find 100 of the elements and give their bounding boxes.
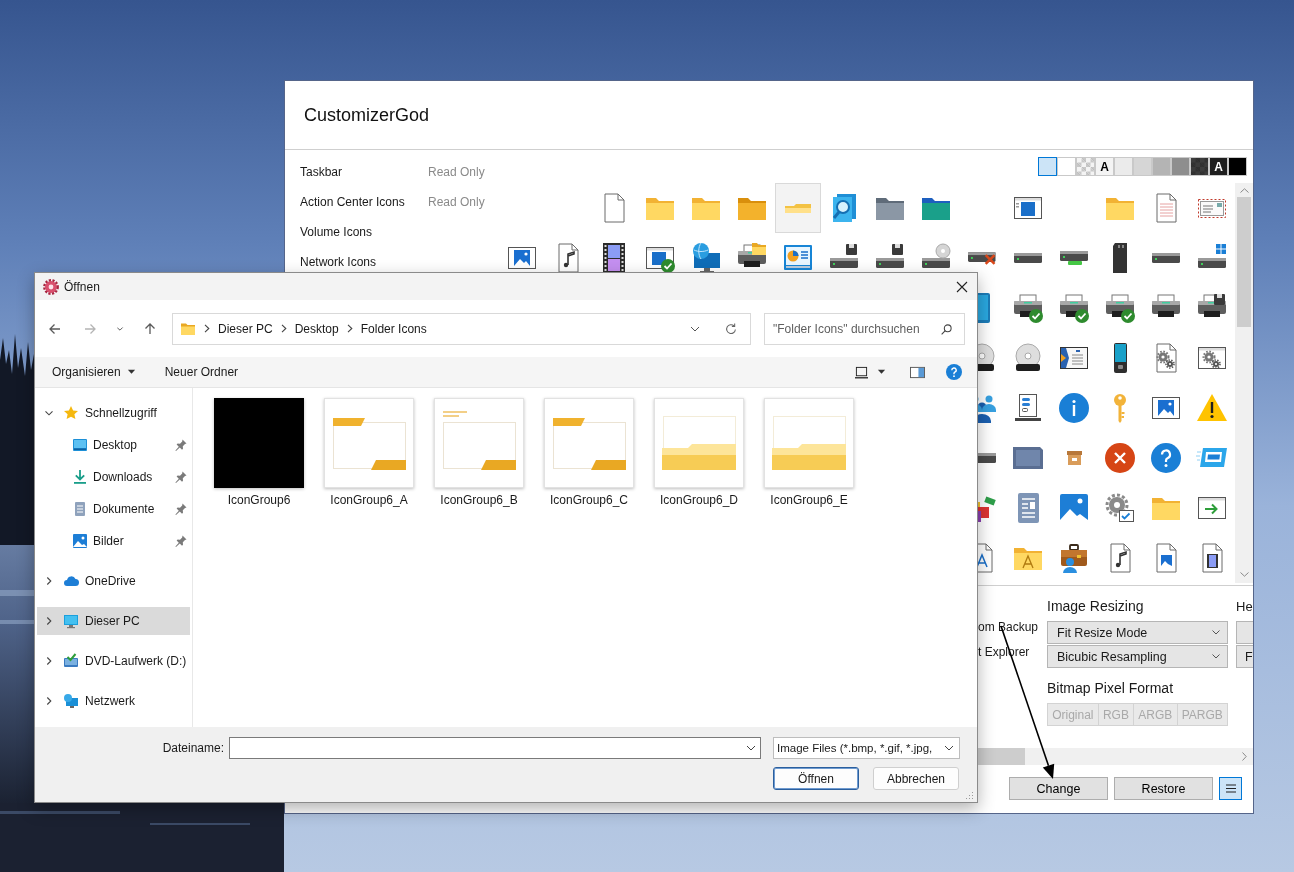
color-swatch[interactable] [1114, 157, 1133, 176]
printer-check-icon [1058, 292, 1090, 324]
view-icon[interactable] [855, 365, 868, 379]
section-heading: Image Resizing [1047, 598, 1144, 615]
document-icon [72, 501, 88, 517]
chevron-right-icon[interactable] [44, 576, 54, 586]
disc-icon [1012, 342, 1044, 374]
gear-check-icon [1104, 492, 1136, 524]
color-swatch[interactable] [1057, 157, 1076, 176]
toolbar-button[interactable]: Neuer Ordner [158, 360, 245, 384]
color-swatch[interactable] [1133, 157, 1152, 176]
app-icon [43, 278, 59, 295]
chevron-right-icon[interactable] [44, 656, 54, 666]
chevron-right-icon[interactable] [346, 324, 353, 333]
printer-check-icon [1104, 292, 1136, 324]
category-item[interactable]: Taskbar [300, 165, 428, 179]
help-icon[interactable] [946, 364, 962, 380]
file-type-dropdown[interactable]: Image Files (*.bmp, *.gif, *.jpg, [773, 737, 960, 759]
category-item[interactable]: Network Icons [300, 255, 428, 269]
chevron-down-icon [944, 745, 954, 751]
tree-item[interactable]: DVD-Laufwerk (D:) [37, 647, 190, 675]
color-swatch[interactable] [1228, 157, 1247, 176]
chevron-down-icon[interactable] [690, 325, 700, 332]
tree-item[interactable]: Dokumente [37, 495, 190, 523]
file-item[interactable]: IconGroup6_D [654, 398, 744, 507]
box-icon [1066, 451, 1082, 465]
chevron-right-icon[interactable] [44, 696, 54, 706]
vertical-scrollbar[interactable] [1235, 183, 1253, 583]
horizontal-scrollbar[interactable] [978, 748, 1253, 765]
dropdown[interactable]: F [1236, 645, 1253, 668]
caret-icon [126, 369, 136, 375]
refresh-icon[interactable] [724, 321, 738, 336]
category-item[interactable]: Action Center Icons [300, 195, 428, 209]
checker-swatch[interactable] [1190, 157, 1209, 176]
chevron-down-icon[interactable] [44, 408, 54, 418]
scrollbar-thumb[interactable] [978, 748, 1025, 765]
toolbar-button[interactable]: Organisieren [46, 360, 142, 384]
pin-icon[interactable] [175, 535, 187, 547]
action-button[interactable]: Change [1009, 777, 1108, 800]
address-bar[interactable]: Dieser PC Desktop Folder Icons [172, 312, 751, 345]
chevron-down-icon[interactable] [746, 745, 756, 751]
warning-icon [1196, 392, 1228, 424]
file-item[interactable]: IconGroup6 [214, 398, 304, 507]
color-swatch[interactable] [1038, 157, 1057, 176]
file-item[interactable]: IconGroup6_E [764, 398, 854, 507]
tree-item[interactable]: Dieser PC [37, 607, 190, 635]
photo-icon [1058, 492, 1090, 524]
pin-icon[interactable] [175, 503, 187, 515]
file-item[interactable]: IconGroup6_C [544, 398, 634, 507]
drive-icon [1152, 253, 1180, 263]
tree-item[interactable]: Bilder [37, 527, 190, 555]
breadcrumb[interactable]: Desktop [294, 321, 339, 336]
chevron-up-icon[interactable] [1239, 188, 1249, 193]
globe-monitor-icon [690, 242, 722, 274]
pin-icon[interactable] [175, 471, 187, 483]
resize-grip-icon[interactable] [964, 790, 974, 800]
pin-icon[interactable] [175, 439, 187, 451]
folder-icon [785, 203, 811, 213]
color-swatch[interactable] [1152, 157, 1171, 176]
drive-icon [1014, 253, 1042, 263]
caret-icon[interactable] [877, 369, 886, 375]
file-item[interactable]: IconGroup6_A [324, 398, 414, 507]
category-item[interactable]: Volume Icons [300, 225, 428, 239]
field-label: Dateiname: [161, 741, 224, 755]
action-button[interactable]: Restore [1114, 777, 1213, 800]
tree-item[interactable]: Downloads [37, 463, 190, 491]
file-name-field[interactable] [229, 737, 761, 759]
printer-check-icon [1012, 292, 1044, 324]
dropdown[interactable]: Bicubic Resampling [1047, 645, 1228, 668]
search-icon[interactable] [940, 322, 953, 336]
dropdown[interactable]: Fit Resize Mode [1047, 621, 1228, 644]
section-heading: He [1236, 598, 1253, 615]
window-title: Öffnen [64, 279, 100, 294]
menu-icon [1225, 784, 1236, 793]
section-heading: Bitmap Pixel Format [1047, 680, 1174, 697]
help-icon [1150, 442, 1182, 474]
tree-item[interactable]: Netzwerk [37, 687, 190, 715]
breadcrumb[interactable]: Dieser PC [218, 321, 273, 336]
chevron-right-icon[interactable] [280, 324, 287, 333]
chevron-down-icon [1212, 654, 1220, 659]
checker-swatch[interactable] [1076, 157, 1095, 176]
tree-item[interactable]: Desktop [37, 431, 190, 459]
file-item[interactable]: IconGroup6_B [434, 398, 524, 507]
tree-item[interactable]: OneDrive [37, 567, 190, 595]
preview-pane-icon[interactable] [910, 365, 925, 379]
tree-item[interactable]: Schnellzugriff [37, 399, 190, 427]
scrollbar-thumb[interactable] [1237, 197, 1251, 327]
search-field[interactable]: "Folder Icons" durchsuchen [764, 312, 965, 345]
text-swatch[interactable]: A [1095, 157, 1114, 176]
dialog-button[interactable]: Öffnen [773, 767, 859, 790]
chevron-right-icon[interactable] [44, 616, 54, 626]
dialog-button[interactable]: Abbrechen [873, 767, 959, 790]
star-icon [63, 405, 79, 421]
chevron-right-icon[interactable] [204, 324, 210, 333]
breadcrumb[interactable]: Folder Icons [360, 321, 427, 336]
menu-button[interactable] [1219, 777, 1242, 800]
status-label: Read Only [428, 195, 485, 209]
text-swatch[interactable]: A [1209, 157, 1228, 176]
color-swatch[interactable] [1171, 157, 1190, 176]
cloud-icon [63, 573, 79, 589]
